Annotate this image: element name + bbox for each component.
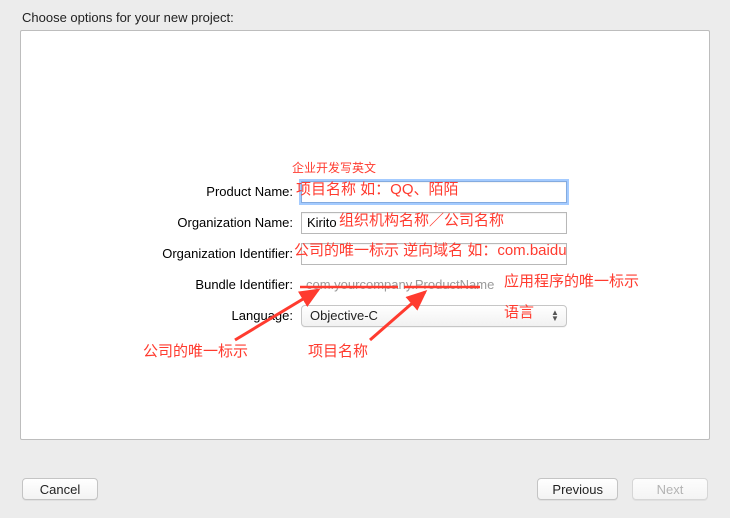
cancel-button[interactable]: Cancel [22,478,98,500]
button-bar: Cancel Previous Next [0,460,730,518]
bundle-identifier-label: Bundle Identifier: [21,277,301,292]
language-label: Language: [21,308,301,323]
product-name-input[interactable] [301,181,567,203]
language-select-value: Objective-C [310,308,378,323]
updown-icon: ▲▼ [548,308,562,324]
options-panel: Product Name: Organization Name: Organiz… [20,30,710,440]
dialog-heading: Choose options for your new project: [22,10,234,25]
organization-identifier-label: Organization Identifier: [21,246,301,261]
product-name-label: Product Name: [21,184,301,199]
organization-name-input[interactable] [301,212,567,234]
organization-name-label: Organization Name: [21,215,301,230]
project-options-form: Product Name: Organization Name: Organiz… [21,176,709,331]
language-select[interactable]: Objective-C ▲▼ [301,305,567,327]
previous-button[interactable]: Previous [537,478,618,500]
next-button: Next [632,478,708,500]
organization-identifier-input[interactable] [301,243,567,265]
bundle-identifier-value: com.yourcompany.ProductName [301,274,567,296]
